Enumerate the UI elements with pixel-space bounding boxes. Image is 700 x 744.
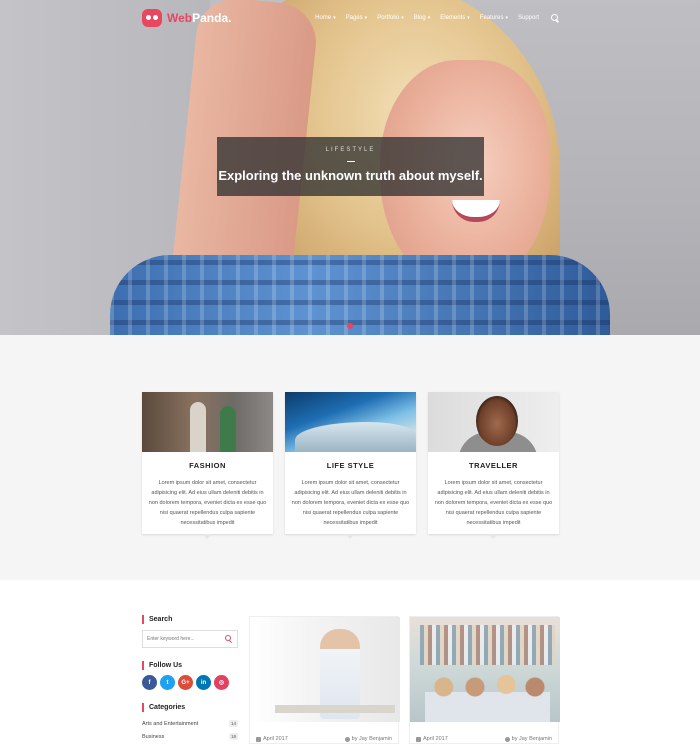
post-meta: April 2017 by Jay Benjamin <box>250 736 398 742</box>
post-date: April 2017 <box>256 736 288 742</box>
feature-title: FASHION <box>189 461 226 470</box>
caret-down-icon: ▾ <box>333 15 336 21</box>
nav-item-portfolio[interactable]: Portfolio ▾ <box>372 15 409 21</box>
nav-item-label: Support <box>517 15 539 21</box>
search-widget-title: Search <box>142 615 238 624</box>
main-menu: Home ▾ Pages ▾ Portfolio ▾ Blog ▾ Elements ▾ … <box>310 13 560 23</box>
facebook-icon[interactable]: f <box>142 675 157 690</box>
caret-down-icon: ▾ <box>427 15 431 21</box>
post-image[interactable] <box>250 617 400 722</box>
nav-item-label: Blog <box>413 15 426 21</box>
nav-item-home[interactable]: Home ▾ <box>310 15 341 21</box>
image-desk <box>275 705 395 713</box>
feature-image-fashion <box>142 392 273 452</box>
image-bookshelf <box>420 625 555 665</box>
category-name: Arts and Entertainment <box>142 720 199 727</box>
features-section: FASHION Lorem ipsum dolor sit amet, cons… <box>0 335 700 580</box>
post-author[interactable]: by Jay Benjamin <box>344 736 392 742</box>
twitter-icon[interactable]: t <box>160 675 175 690</box>
image-person-face <box>476 396 518 446</box>
nav-item-label: Elements <box>440 15 466 21</box>
category-item[interactable]: Arts and Entertainment 14 <box>142 717 238 730</box>
logo-text-web: Web <box>167 11 193 25</box>
category-item[interactable]: Business 18 <box>142 730 238 743</box>
logo-text-panda: Panda. <box>192 11 232 25</box>
image-ice <box>295 422 415 452</box>
nav-item-elements[interactable]: Elements ▾ <box>435 15 475 21</box>
user-icon <box>344 736 350 742</box>
post-date-text: April 2017 <box>263 736 288 742</box>
feature-image-life-style <box>285 392 416 452</box>
image-people <box>425 672 550 722</box>
sidebar: Search Follow Us f t G+ in ◎ Categories … <box>142 615 238 743</box>
post-author[interactable]: by Jay Benjamin <box>504 736 552 742</box>
top-navigation: WebPanda. Home ▾ Pages ▾ Portfolio ▾ Blog ▾ … <box>142 8 560 28</box>
instagram-icon[interactable]: ◎ <box>214 675 229 690</box>
post-date-text: April 2017 <box>423 736 448 742</box>
feature-text: Lorem ipsum dolor sit amet, consectetur … <box>291 480 410 526</box>
blog-post-card[interactable]: April 2017 by Jay Benjamin <box>249 616 400 744</box>
panda-logo-icon <box>142 9 162 27</box>
caret-down-icon: ▾ <box>467 15 470 21</box>
logo-text: WebPanda. <box>167 11 231 25</box>
logo[interactable]: WebPanda. <box>142 9 231 27</box>
category-count: 14 <box>228 720 238 727</box>
post-date: April 2017 <box>416 736 448 742</box>
nav-item-label: Portfolio <box>377 15 400 21</box>
user-icon <box>504 736 510 742</box>
categories-widget-title: Categories <box>142 703 238 712</box>
card-notch <box>345 534 355 539</box>
social-links: f t G+ in ◎ <box>142 675 238 690</box>
search-icon[interactable] <box>225 635 233 643</box>
nav-item-label: Pages <box>345 15 363 21</box>
calendar-icon <box>256 736 261 742</box>
caret-down-icon: ▾ <box>505 15 508 21</box>
feature-title: LIFE STYLE <box>326 461 375 470</box>
nav-item-support[interactable]: Support <box>513 15 544 21</box>
nav-item-pages[interactable]: Pages ▾ <box>341 15 373 21</box>
slider-dot-active[interactable] <box>347 323 353 329</box>
post-meta: April 2017 by Jay Benjamin <box>410 736 558 742</box>
hero-slider: WebPanda. Home ▾ Pages ▾ Portfolio ▾ Blog ▾ … <box>0 0 700 335</box>
categories-list: Arts and Entertainment 14 Business 18 <box>142 717 238 743</box>
search-icon[interactable] <box>550 13 560 23</box>
feature-text: Lorem ipsum dolor sit amet, consectetur … <box>148 480 267 526</box>
blog-post-card[interactable]: April 2017 by Jay Benjamin <box>409 616 560 744</box>
nav-item-label: Features <box>479 15 504 21</box>
caret-down-icon: ▾ <box>364 15 368 21</box>
caret-down-icon: ▾ <box>401 15 404 21</box>
post-image[interactable] <box>410 617 560 722</box>
feature-card-life-style[interactable]: LIFE STYLE Lorem ipsum dolor sit amet, c… <box>285 392 416 539</box>
hero-title[interactable]: Exploring the unknown truth about myself… <box>217 168 484 183</box>
calendar-icon <box>416 736 421 742</box>
post-author-text: by Jay Benjamin <box>351 736 392 742</box>
feature-title: TRAVELLER <box>469 461 518 470</box>
feature-text: Lorem ipsum dolor sit amet, consectetur … <box>434 480 553 526</box>
feature-card-fashion[interactable]: FASHION Lorem ipsum dolor sit amet, cons… <box>142 392 273 539</box>
search-input[interactable] <box>147 636 226 642</box>
image-person <box>220 406 236 452</box>
nav-item-features[interactable]: Features ▾ <box>475 15 513 21</box>
caption-divider <box>346 161 355 162</box>
linkedin-icon[interactable]: in <box>196 675 211 690</box>
nav-item-blog[interactable]: Blog ▾ <box>409 15 436 21</box>
card-notch <box>488 534 498 539</box>
follow-widget-title: Follow Us <box>142 661 238 670</box>
feature-image-traveller <box>428 392 559 452</box>
google-plus-icon[interactable]: G+ <box>178 675 193 690</box>
post-author-text: by Jay Benjamin <box>511 736 552 742</box>
image-person <box>190 402 206 452</box>
hero-category[interactable]: LIFESTYLE <box>217 147 484 153</box>
hero-caption: LIFESTYLE Exploring the unknown truth ab… <box>217 137 484 196</box>
nav-item-label: Home <box>315 15 332 21</box>
feature-card-traveller[interactable]: TRAVELLER Lorem ipsum dolor sit amet, co… <box>428 392 559 539</box>
card-notch <box>202 534 212 539</box>
category-count: 18 <box>228 733 238 740</box>
category-name: Business <box>142 733 165 740</box>
search-form <box>142 630 238 648</box>
hero-image-shirt <box>110 255 610 335</box>
